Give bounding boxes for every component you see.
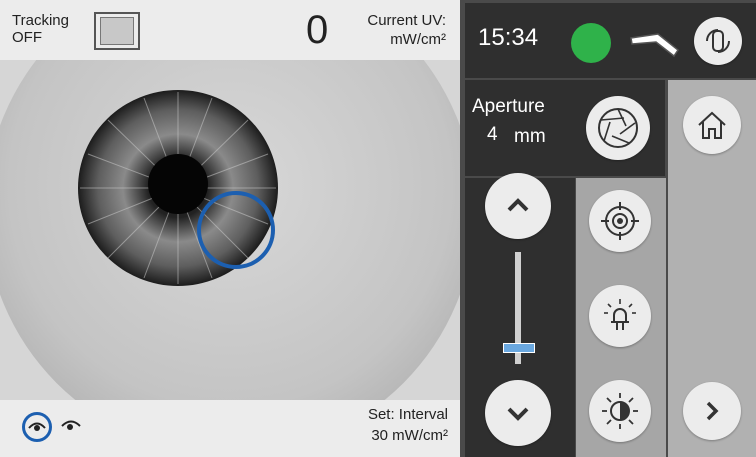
target-button[interactable]: [589, 190, 651, 252]
aperture-label: Aperture: [472, 96, 545, 117]
home-button[interactable]: [683, 96, 741, 154]
tracking-toggle-inner: [100, 17, 134, 45]
led-button[interactable]: [589, 285, 651, 347]
chevron-up-icon: [507, 198, 529, 212]
left-eye-icon[interactable]: [60, 418, 82, 437]
bottom-status-bar: Set: Interval 30 mW/cm²: [0, 400, 460, 457]
sync-button[interactable]: [694, 17, 742, 65]
slider-thumb[interactable]: [503, 343, 535, 354]
home-icon: [698, 111, 726, 139]
clock: 15:34: [478, 24, 539, 51]
uv-counter: 0: [306, 8, 329, 52]
aperture-button[interactable]: [586, 96, 650, 160]
set-value: 30 mW/cm²: [371, 427, 448, 444]
set-mode-label: Set: Interval: [367, 406, 448, 423]
right-eye-icon[interactable]: [22, 412, 52, 442]
chevron-right-icon: [706, 401, 719, 421]
current-uv-unit: mW/cm²: [390, 31, 446, 48]
top-status-bar: Tracking OFF 0 Current UV: mW/cm²: [0, 0, 460, 60]
brightness-contrast-icon: [602, 393, 638, 429]
eye-camera-view[interactable]: [0, 60, 460, 400]
target-icon: [601, 202, 639, 240]
status-indicator-light: [571, 23, 611, 63]
tracking-toggle[interactable]: [94, 12, 140, 50]
handpiece-icon: [628, 26, 682, 65]
eye-image: [0, 60, 460, 400]
aperture-value: 4: [487, 124, 498, 145]
current-uv-label: Current UV:: [367, 12, 446, 29]
next-button[interactable]: [683, 382, 741, 440]
chevron-down-icon: [507, 407, 529, 421]
increase-button[interactable]: [485, 173, 551, 239]
sync-icon: [706, 29, 730, 53]
led-icon: [604, 299, 636, 330]
decrease-button[interactable]: [485, 380, 551, 446]
tracking-label: Tracking: [12, 12, 69, 29]
tracking-state: OFF: [12, 29, 42, 46]
aperture-unit: mm: [514, 126, 546, 147]
brightness-button[interactable]: [589, 380, 651, 442]
aperture-icon: [598, 108, 638, 148]
